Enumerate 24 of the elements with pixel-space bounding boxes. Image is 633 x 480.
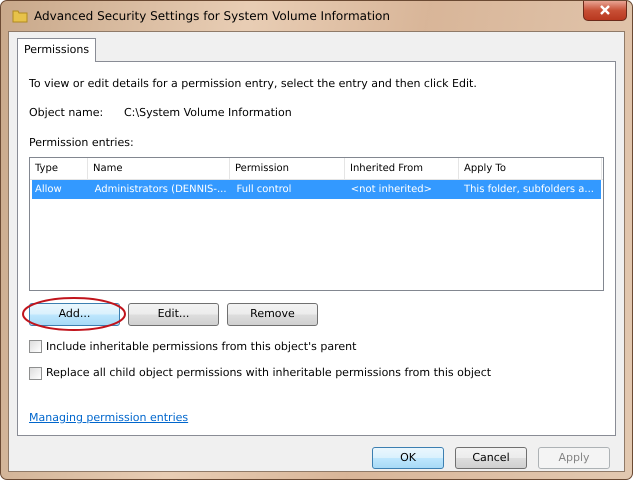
dialog-button[interactable]: Edit...: [128, 303, 219, 326]
dialog-button[interactable]: Remove: [227, 303, 318, 326]
checkbox-label: Replace all child object permissions with inheritable permissions from this object: [46, 365, 492, 381]
object-name-label: Object name:: [29, 105, 104, 121]
checkbox[interactable]: [29, 340, 42, 354]
checkbox-label: Include inheritable permissions from this object's parent: [46, 338, 356, 354]
window-title: Advanced Security Settings for System Volume Information: [34, 8, 390, 25]
close-button[interactable]: [583, 1, 627, 21]
column-header[interactable]: Inherited From: [345, 158, 459, 179]
dialog-button[interactable]: OK: [372, 446, 444, 469]
permission-entries-label: Permission entries:: [29, 134, 135, 150]
close-icon: [599, 4, 611, 15]
column-header[interactable]: Type: [30, 158, 88, 179]
column-header[interactable]: Apply To: [459, 158, 602, 179]
tab[interactable]: Permissions: [17, 38, 96, 62]
instruction-text: To view or edit details for a permission entry, select the entry and then click Edit.: [29, 76, 478, 92]
column-header[interactable]: Name: [88, 158, 230, 179]
dialog-button[interactable]: Add...: [29, 303, 120, 326]
dialog-button[interactable]: Cancel: [455, 446, 527, 469]
help-link[interactable]: Managing permission entries: [29, 411, 188, 424]
folder-icon: [12, 8, 28, 24]
checkbox[interactable]: [29, 366, 42, 380]
column-header[interactable]: Permission: [230, 158, 345, 179]
object-name-value: C:\System Volume Information: [124, 105, 292, 121]
